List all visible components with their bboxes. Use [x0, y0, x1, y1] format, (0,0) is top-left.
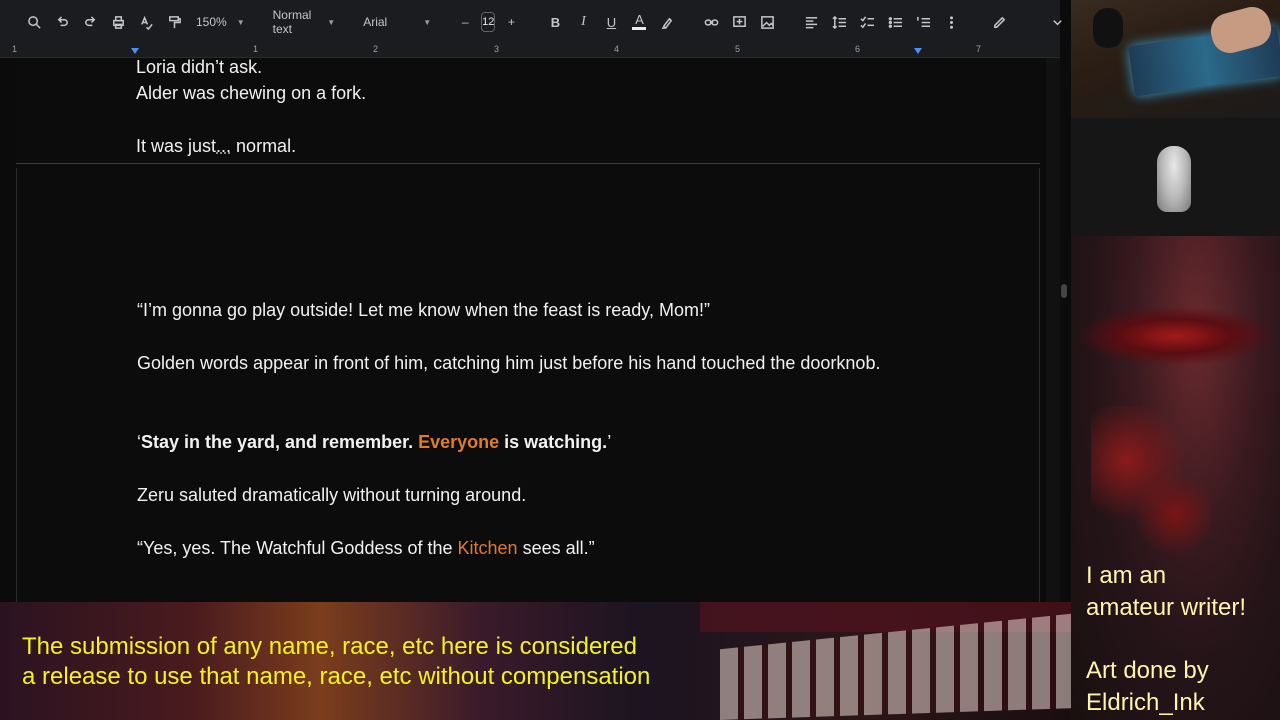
font-family-value: Arial [363, 15, 388, 29]
chevron-down-icon: ▼ [423, 17, 432, 27]
artwork-eye [1076, 306, 1276, 366]
webcam-mouse-shape [1093, 8, 1123, 48]
ruler-number: 3 [494, 44, 500, 54]
paragraph[interactable]: ‘Stay in the yard, and remember. Everyon… [137, 429, 897, 455]
italic-button[interactable]: I [571, 10, 595, 34]
insert-image-icon[interactable] [755, 10, 779, 34]
ruler-number: 7 [976, 44, 982, 54]
left-indent-marker[interactable] [131, 48, 139, 54]
highlighted-word: Kitchen [457, 538, 518, 558]
paragraph[interactable]: Alder was chewing on a fork. [136, 80, 896, 106]
bold-button[interactable]: B [543, 10, 567, 34]
paragraph[interactable]: “Yes, yes. The Watchful Goddess of the K… [137, 535, 897, 561]
paragraph-style-value: Normal text [272, 8, 312, 36]
text-run: “Yes, yes. The Watchful Goddess of the [137, 538, 458, 558]
highlight-icon[interactable] [655, 10, 679, 34]
paragraph-style-select[interactable]: Normal text ▼ [267, 8, 342, 36]
spellcheck-icon[interactable] [134, 10, 158, 34]
background-artwork [1071, 236, 1280, 720]
underline-button[interactable]: U [599, 10, 623, 34]
highlighted-word: Everyone [418, 432, 500, 452]
document-page[interactable]: “I’m gonna go play outside! Let me know … [16, 168, 1040, 602]
checklist-icon[interactable] [855, 10, 879, 34]
bold-text-run: Stay in the yard, and remember. [141, 432, 419, 452]
stream-overlay-panel: I am an amateur writer! Art done by Eldr… [1071, 0, 1280, 720]
horizontal-ruler[interactable]: 1 1 2 3 4 5 6 7 [0, 44, 1060, 58]
chevron-down-icon: ▼ [236, 17, 245, 27]
text-color-button[interactable]: A [627, 10, 651, 34]
disclaimer-line: a release to use that name, race, etc wi… [22, 663, 651, 690]
editing-mode-icon[interactable] [987, 10, 1011, 34]
document-canvas[interactable]: Loria didn’t ask. Alder was chewing on a… [0, 58, 1060, 602]
disclaimer-line: The submission of any name, race, etc he… [22, 633, 637, 660]
panel-credit-line: Eldrich_Ink [1086, 689, 1205, 716]
text-run: ’ [607, 432, 612, 452]
document-page[interactable]: Loria didn’t ask. Alder was chewing on a… [16, 58, 1040, 164]
panel-caption-line: I am an [1086, 562, 1167, 589]
panel-credit-line: Art done by [1086, 657, 1209, 684]
spelling-suggestion-run[interactable]: ... [216, 136, 231, 156]
vertical-scrollbar-thumb[interactable] [1061, 284, 1067, 298]
avatar [1157, 146, 1191, 212]
line-spacing-icon[interactable] [827, 10, 851, 34]
chevron-down-icon: ▼ [327, 17, 336, 27]
bold-text-run: is watching. [499, 432, 608, 452]
ruler-number: 4 [614, 44, 620, 54]
webcam-feed [1071, 0, 1280, 118]
paragraph[interactable]: Golden words appear in front of him, cat… [137, 350, 897, 376]
right-indent-marker[interactable] [914, 48, 922, 54]
paragraph[interactable]: Loria didn’t ask. [136, 58, 896, 80]
paragraph[interactable]: It was just... normal. [136, 133, 896, 159]
more-options-icon[interactable] [939, 10, 963, 34]
avatar-area [1071, 118, 1280, 236]
vertical-scrollbar-track[interactable] [1046, 58, 1060, 602]
decrease-font-size-button[interactable]: – [453, 10, 477, 34]
panel-caption-line: amateur writer! [1086, 594, 1247, 621]
disclaimer-banner: The submission of any name, race, etc he… [0, 602, 1071, 720]
text-color-swatch [632, 26, 647, 30]
editor-toolbar: 150% ▼ Normal text ▼ Arial ▼ – 12 + B I … [0, 0, 1062, 44]
ruler-number: 5 [735, 44, 741, 54]
font-size-input[interactable]: 12 [481, 12, 496, 32]
ruler-number: 2 [373, 44, 379, 54]
link-icon[interactable] [699, 10, 723, 34]
artwork-splatter [1091, 406, 1211, 586]
font-family-select[interactable]: Arial ▼ [357, 10, 437, 34]
add-comment-icon[interactable] [727, 10, 751, 34]
paragraph[interactable]: Zeru saluted dramatically without turnin… [137, 482, 897, 508]
redo-icon[interactable] [78, 10, 102, 34]
align-left-icon[interactable] [799, 10, 823, 34]
paint-format-icon[interactable] [162, 10, 186, 34]
ruler-number: 6 [855, 44, 861, 54]
ruler-number: 1 [253, 44, 259, 54]
text-run: normal. [231, 136, 297, 156]
paragraph[interactable]: “I’m gonna go play outside! Let me know … [137, 297, 897, 323]
bulleted-list-icon[interactable] [883, 10, 907, 34]
print-icon[interactable] [106, 10, 130, 34]
ruler-number: 1 [12, 44, 18, 54]
zoom-value: 150% [196, 15, 227, 29]
text-run: It was just [136, 136, 217, 156]
increase-font-size-button[interactable]: + [499, 10, 523, 34]
undo-icon[interactable] [50, 10, 74, 34]
text-color-icon: A [635, 11, 644, 27]
text-run: sees all.” [517, 538, 595, 558]
zoom-select[interactable]: 150% ▼ [190, 10, 251, 34]
hide-menus-icon[interactable] [1045, 10, 1069, 34]
numbered-list-icon[interactable] [911, 10, 935, 34]
search-menus-icon[interactable] [22, 10, 46, 34]
